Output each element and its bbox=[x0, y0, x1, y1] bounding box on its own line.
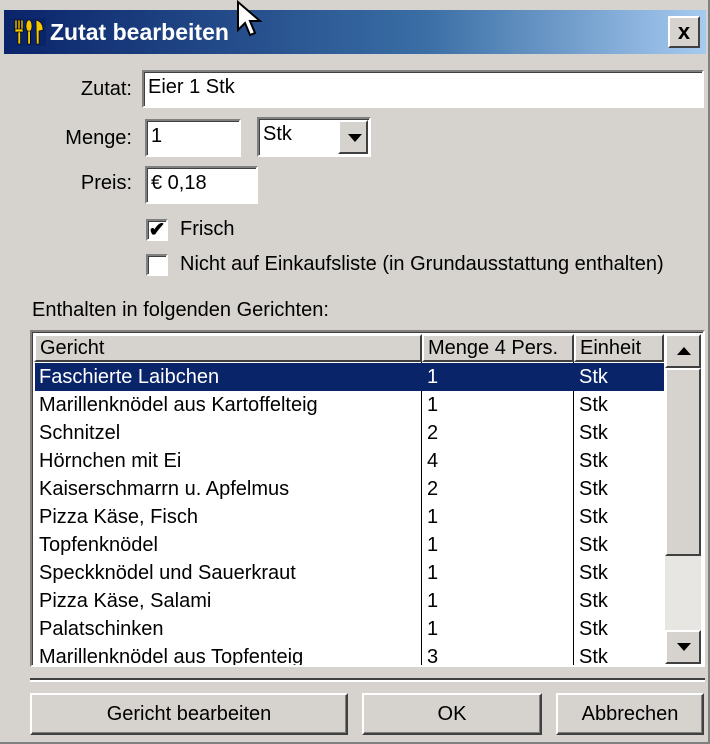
cell-menge: 1 bbox=[427, 366, 439, 388]
unit-select-value: Stk bbox=[263, 123, 292, 145]
menge-label: Menge: bbox=[65, 127, 132, 149]
cell-gericht: Hörnchen mit Ei bbox=[39, 450, 182, 472]
cell-einheit: Stk bbox=[579, 450, 608, 472]
cell-menge: 1 bbox=[427, 562, 439, 584]
table-row[interactable]: Pizza Käse, Salami 1 Stk bbox=[35, 587, 664, 615]
frisch-checkbox[interactable]: ✔ bbox=[146, 219, 168, 241]
table-row[interactable]: Schnitzel 2 Stk bbox=[35, 419, 664, 447]
close-icon: x bbox=[677, 19, 691, 44]
mouse-cursor-icon bbox=[237, 0, 263, 37]
cell-menge: 1 bbox=[427, 506, 439, 528]
cell-menge: 1 bbox=[427, 534, 439, 556]
cell-einheit: Stk bbox=[579, 618, 608, 640]
cell-gericht: Palatschinken bbox=[39, 618, 164, 640]
dish-list[interactable]: Gericht Menge 4 Pers. Einheit Faschierte… bbox=[30, 330, 705, 667]
table-row[interactable]: Marillenknödel aus Topfenteig 3 Stk bbox=[35, 643, 664, 667]
vertical-scrollbar[interactable] bbox=[665, 334, 701, 664]
scroll-down-icon[interactable] bbox=[665, 630, 701, 664]
title-bar[interactable]: Zutat bearbeiten x bbox=[4, 10, 706, 54]
cell-menge: 2 bbox=[427, 478, 439, 500]
cell-menge: 1 bbox=[427, 618, 439, 640]
cell-gericht: Marillenknödel aus Kartoffelteig bbox=[39, 394, 318, 416]
cell-menge: 3 bbox=[427, 646, 439, 667]
cell-gericht: Marillenknödel aus Topfenteig bbox=[39, 646, 304, 667]
table-row[interactable]: Palatschinken 1 Stk bbox=[35, 615, 664, 643]
cell-menge: 1 bbox=[427, 590, 439, 612]
cell-gericht: Schnitzel bbox=[39, 422, 121, 444]
cancel-button[interactable]: Abbrechen bbox=[556, 693, 704, 735]
zutat-input[interactable]: Eier 1 Stk bbox=[142, 70, 704, 108]
cell-einheit: Stk bbox=[579, 394, 608, 416]
cell-einheit: Stk bbox=[579, 590, 608, 612]
column-header-menge[interactable]: Menge 4 Pers. bbox=[422, 334, 574, 362]
table-row[interactable]: Pizza Käse, Fisch 1 Stk bbox=[35, 503, 664, 531]
cell-gericht: Topfenknödel bbox=[39, 534, 158, 556]
table-row[interactable]: Marillenknödel aus Kartoffelteig 1 Stk bbox=[35, 391, 664, 419]
zutat-label: Zutat: bbox=[80, 78, 132, 100]
cell-gericht: Pizza Käse, Fisch bbox=[39, 506, 198, 528]
cell-einheit: Stk bbox=[579, 366, 608, 388]
cell-gericht: Kaiserschmarrn u. Apfelmus bbox=[39, 478, 290, 500]
preis-label: Preis: bbox=[80, 172, 132, 194]
cell-einheit: Stk bbox=[579, 506, 608, 528]
column-header-gericht[interactable]: Gericht bbox=[34, 334, 422, 362]
einkauf-label: Nicht auf Einkaufsliste (in Grundausstat… bbox=[180, 253, 664, 275]
table-row-selected[interactable]: Faschierte Laibchen 1 Stk bbox=[35, 363, 664, 391]
table-row[interactable]: Kaiserschmarrn u. Apfelmus 2 Stk bbox=[35, 475, 664, 503]
table-row[interactable]: Speckknödel und Sauerkraut 1 Stk bbox=[35, 559, 664, 587]
menge-input[interactable]: 1 bbox=[145, 119, 241, 157]
cell-gericht: Pizza Käse, Salami bbox=[39, 590, 212, 612]
window-title: Zutat bearbeiten bbox=[50, 19, 229, 45]
edit-dish-button[interactable]: Gericht bearbeiten bbox=[30, 693, 348, 735]
cell-einheit: Stk bbox=[579, 646, 608, 667]
table-row[interactable]: Hörnchen mit Ei 4 Stk bbox=[35, 447, 664, 475]
cutlery-icon bbox=[12, 18, 46, 46]
dialog-window: Zutat bearbeiten x Zutat: Eier 1 Stk Men… bbox=[0, 0, 710, 744]
cell-einheit: Stk bbox=[579, 478, 608, 500]
divider bbox=[30, 678, 705, 682]
cell-einheit: Stk bbox=[579, 422, 608, 444]
einkauf-checkbox[interactable] bbox=[146, 254, 168, 276]
ok-button[interactable]: OK bbox=[362, 693, 542, 735]
preis-input[interactable]: € 0,18 bbox=[145, 166, 258, 204]
cell-menge: 1 bbox=[427, 394, 439, 416]
cell-gericht: Faschierte Laibchen bbox=[39, 366, 220, 388]
list-caption: Enthalten in folgenden Gerichten: bbox=[32, 299, 329, 321]
column-header-einheit[interactable]: Einheit bbox=[574, 334, 664, 362]
chevron-down-icon[interactable] bbox=[338, 120, 368, 154]
cell-einheit: Stk bbox=[579, 562, 608, 584]
scroll-up-icon[interactable] bbox=[665, 334, 701, 368]
table-row[interactable]: Topfenknödel 1 Stk bbox=[35, 531, 664, 559]
unit-select[interactable]: Stk bbox=[257, 117, 371, 157]
cell-menge: 4 bbox=[427, 450, 439, 472]
frisch-label: Frisch bbox=[180, 218, 235, 240]
close-button[interactable]: x bbox=[668, 16, 700, 48]
cell-einheit: Stk bbox=[579, 534, 608, 556]
cell-gericht: Speckknödel und Sauerkraut bbox=[39, 562, 296, 584]
cell-menge: 2 bbox=[427, 422, 439, 444]
scrollbar-thumb[interactable] bbox=[665, 368, 701, 556]
